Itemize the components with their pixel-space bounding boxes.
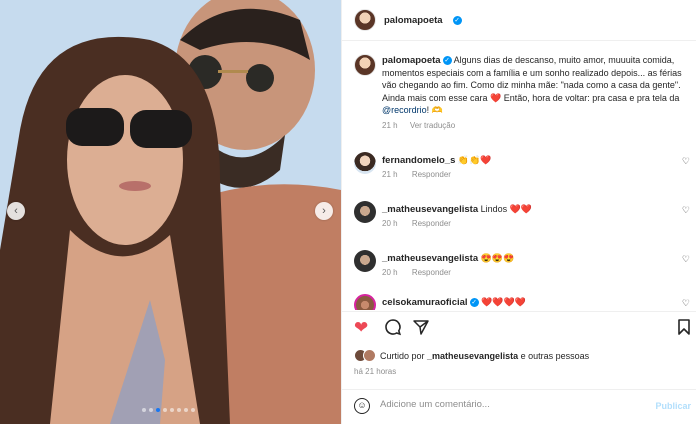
comment-body: _matheusevangelista 😍😍😍 xyxy=(382,252,672,265)
verified-badge-icon: ✓ xyxy=(469,298,479,308)
publish-button[interactable]: Publicar xyxy=(655,401,691,411)
likes-summary: Curtido por _matheusevangelista e outras… xyxy=(354,349,589,362)
commenter-avatar[interactable] xyxy=(354,294,376,310)
likes-text: Curtido por _matheusevangelista e outras… xyxy=(380,351,589,361)
post-actions: ❤ xyxy=(354,318,694,340)
translate-link[interactable]: Ver tradução xyxy=(410,121,455,130)
carousel-dot xyxy=(156,408,160,412)
likes-prefix: Curtido por xyxy=(380,350,428,361)
reply-button[interactable]: Responder xyxy=(412,268,451,277)
commenter-avatar[interactable] xyxy=(354,250,376,272)
carousel-dot xyxy=(142,408,146,412)
likes-suffix[interactable]: e outras pessoas xyxy=(518,351,590,361)
author-avatar[interactable] xyxy=(354,9,376,31)
carousel-indicator xyxy=(142,408,195,412)
comment-like-heart-icon[interactable]: ♡ xyxy=(682,298,690,309)
comment-icon[interactable] xyxy=(384,318,402,341)
post-caption: palomapoeta ✓ Alguns dias de descanso, mu… xyxy=(382,54,682,132)
comment-body: _matheusevangelista Lindos ❤️❤️ xyxy=(382,203,672,216)
heart-filled-icon[interactable]: ❤ xyxy=(354,318,368,338)
commenter-username[interactable]: _matheusevangelista xyxy=(382,253,478,264)
post-photo[interactable]: ‹ › xyxy=(0,0,341,424)
post-sidebar: palomapoeta ✓ palomapoeta ✓ Alguns dias d… xyxy=(341,0,696,424)
caption-text-end: ! 🫶 xyxy=(426,104,443,115)
carousel-dot xyxy=(177,408,181,412)
carousel-dot xyxy=(149,408,153,412)
comment-meta: 20 h Responder xyxy=(382,268,463,277)
comment-input[interactable] xyxy=(380,399,640,410)
caption-time: 21 h xyxy=(382,121,398,131)
add-comment-bar: ☺ Publicar xyxy=(342,389,696,424)
carousel-dot xyxy=(191,408,195,412)
header-divider xyxy=(342,40,696,41)
comment-like-heart-icon[interactable]: ♡ xyxy=(682,156,690,167)
comment-text: 😍😍😍 xyxy=(480,253,515,263)
carousel-dot xyxy=(170,408,174,412)
liker-avatars xyxy=(354,349,376,362)
carousel-dot xyxy=(163,408,167,412)
caption-author-avatar[interactable] xyxy=(354,54,376,76)
likes-user-link[interactable]: _matheusevangelista xyxy=(427,351,518,361)
author-username[interactable]: palomapoeta xyxy=(384,15,443,26)
comment-like-heart-icon[interactable]: ♡ xyxy=(682,205,690,216)
emoji-icon[interactable]: ☺ xyxy=(354,398,370,414)
comment-text: ❤️❤️❤️❤️ xyxy=(481,297,526,307)
commenter-avatar[interactable] xyxy=(354,201,376,223)
chevron-left-icon: ‹ xyxy=(14,205,18,217)
caption-author-username[interactable]: palomapoeta xyxy=(382,55,441,66)
send-icon[interactable] xyxy=(412,318,430,341)
comment-text: Lindos ❤️❤️ xyxy=(480,204,533,214)
comment-body: fernandomelo_s 👏👏❤️ xyxy=(382,154,672,167)
comment-text: 👏👏❤️ xyxy=(457,155,492,165)
caption-meta: 21 h Ver tradução xyxy=(382,120,682,132)
verified-badge-icon: ✓ xyxy=(442,56,452,66)
comment-time: 21 h xyxy=(382,170,398,179)
reply-button[interactable]: Responder xyxy=(412,170,451,179)
photo-illustration xyxy=(0,0,341,424)
verified-badge-icon: ✓ xyxy=(452,15,462,25)
commenter-username[interactable]: _matheusevangelista xyxy=(382,204,478,215)
comment-meta: 21 h Responder xyxy=(382,170,463,179)
carousel-dot xyxy=(184,408,188,412)
reply-button[interactable]: Responder xyxy=(412,219,451,228)
chevron-right-icon: › xyxy=(322,205,326,217)
liker-avatar xyxy=(363,349,376,362)
commenter-avatar[interactable] xyxy=(354,152,376,174)
comment-like-heart-icon[interactable]: ♡ xyxy=(682,254,690,265)
instagram-post-view: ‹ › palomapoeta ✓ palomapoeta ✓ Alguns di… xyxy=(0,0,696,424)
comment-item: celsokamuraoficial ✓ ❤️❤️❤️❤️ ♡ xyxy=(354,294,694,310)
carousel-next-button[interactable]: › xyxy=(315,202,333,220)
comment-body: celsokamuraoficial ✓ ❤️❤️❤️❤️ xyxy=(382,296,672,309)
commenter-username[interactable]: celsokamuraoficial xyxy=(382,297,468,308)
comment-time: 20 h xyxy=(382,268,398,277)
commenter-username[interactable]: fernandomelo_s xyxy=(382,155,455,166)
actions-divider xyxy=(342,311,696,312)
comment-meta: 20 h Responder xyxy=(382,219,463,228)
bookmark-icon[interactable] xyxy=(676,318,692,341)
carousel-prev-button[interactable]: ‹ xyxy=(7,202,25,220)
comment-time: 20 h xyxy=(382,219,398,228)
post-timestamp: há 21 horas xyxy=(354,367,397,376)
caption-mention-link[interactable]: @recordrio xyxy=(382,105,427,115)
post-header: palomapoeta ✓ xyxy=(354,8,462,32)
